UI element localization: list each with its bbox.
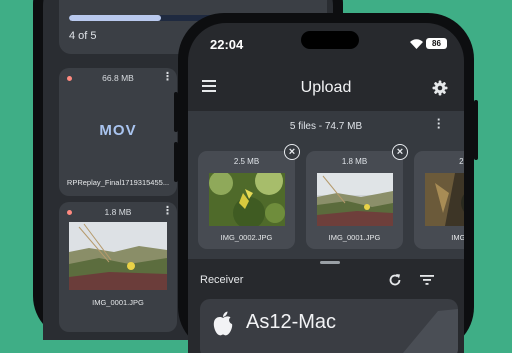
file-card-image[interactable]: 1.8 MB ⋮ IMG_0001.JPG <box>59 202 177 332</box>
file-name: IMG_0002.JPG <box>220 233 273 242</box>
image-thumbnail <box>317 173 393 226</box>
close-circle-icon[interactable]: × <box>392 144 408 160</box>
progress-bar-fill <box>69 15 161 21</box>
progress-count: 4 of 5 <box>69 30 97 42</box>
file-type-label: MOV <box>99 122 137 139</box>
selected-file-card[interactable]: 1.8 MB IMG_0001.JPG <box>306 151 403 249</box>
dynamic-island <box>301 31 359 49</box>
more-vertical-icon[interactable]: · · · <box>436 113 442 134</box>
selected-file-card[interactable]: 2. IMG_0 <box>414 151 464 249</box>
image-thumbnail <box>209 173 285 226</box>
receiver-device-name: As12-Mac <box>246 311 337 333</box>
files-summary: 5 files - 74.7 MB <box>289 121 363 132</box>
apple-icon <box>213 311 233 336</box>
wifi-icon <box>410 39 423 49</box>
bottom-sheet-handle[interactable] <box>320 261 340 264</box>
file-size: 2. <box>459 157 464 166</box>
selected-file-card[interactable]: 2.5 MB IMG_0002.JPG <box>198 151 295 249</box>
file-name: IMG_0001.JPG <box>92 298 144 307</box>
status-bar: 22:04 86 <box>188 23 464 65</box>
receiver-device-card[interactable]: As12-Mac <box>200 299 458 353</box>
file-size: 1.8 MB <box>104 207 132 217</box>
refresh-icon[interactable] <box>388 273 402 287</box>
page-title: Upload <box>300 79 352 96</box>
battery-level: 86 <box>426 38 447 49</box>
image-thumbnail <box>425 173 464 226</box>
image-thumbnail <box>69 222 167 290</box>
foreground-phone-screen: 22:04 86 Upload 5 files - 74.7 MB · · · … <box>188 23 464 353</box>
file-card-mov[interactable]: 66.8 MB ⋮ MOV RPReplay_Final1719315455..… <box>59 68 177 196</box>
status-time: 22:04 <box>210 37 244 52</box>
more-vertical-icon[interactable]: ⋮ <box>162 206 173 217</box>
file-size: 1.8 MB <box>341 157 368 166</box>
file-size: 66.8 MB <box>102 73 134 83</box>
receiver-heading: Receiver <box>200 274 244 286</box>
app-bar: Upload <box>188 65 464 111</box>
more-vertical-icon[interactable]: ⋮ <box>162 72 173 83</box>
file-name: IMG_0 <box>451 233 464 242</box>
file-name: IMG_0001.JPG <box>328 233 381 242</box>
filter-icon[interactable] <box>420 275 434 285</box>
send-icon <box>403 309 458 353</box>
selected-files-panel: 5 files - 74.7 MB · · · 2.5 MB IMG_0002.… <box>188 111 464 259</box>
power-button <box>474 100 478 160</box>
settings-icon[interactable] <box>432 80 448 96</box>
foreground-phone: 22:04 86 Upload 5 files - 74.7 MB · · · … <box>178 13 474 353</box>
file-size: 2.5 MB <box>233 157 260 166</box>
file-name: RPReplay_Final1719315455... <box>66 178 170 187</box>
close-circle-icon[interactable]: × <box>284 144 300 160</box>
